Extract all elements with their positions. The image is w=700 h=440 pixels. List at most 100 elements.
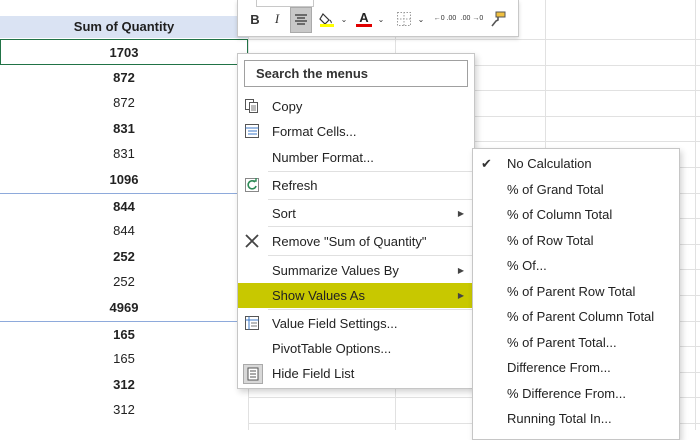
menu-item-refresh[interactable]: Refresh xyxy=(238,173,474,198)
increase-decimal-button[interactable]: ←0 .00 xyxy=(433,9,457,29)
menu-divider xyxy=(268,199,474,200)
pivot-column-header[interactable]: Sum of Quantity xyxy=(0,16,248,38)
submenu-item-pct-parent-column-total[interactable]: % of Parent Column Total xyxy=(473,304,679,330)
remove-x-icon xyxy=(243,232,261,250)
submenu-item-pct-column-total[interactable]: % of Column Total xyxy=(473,202,679,228)
pivot-value-cell[interactable]: 312 xyxy=(0,372,248,398)
font-color-dropdown[interactable]: ⌄ xyxy=(376,9,386,29)
menu-item-label: Hide Field List xyxy=(272,366,355,381)
submenu-item-label: Difference From... xyxy=(507,360,611,376)
pivot-value-cell[interactable]: 252 xyxy=(0,269,248,295)
menu-divider xyxy=(268,309,474,310)
submenu-item-label: Running Total In... xyxy=(507,411,612,427)
check-icon: ✔ xyxy=(481,155,492,171)
search-menus-input[interactable]: Search the menus xyxy=(244,60,468,87)
submenu-item-label: % of Parent Total... xyxy=(507,334,617,350)
pivot-values-list: 1703 872 872 831 831 1096 844 844 252 252 4969 165 1… xyxy=(0,39,248,423)
menu-item-label: Show Values As xyxy=(272,288,365,303)
borders-button[interactable] xyxy=(394,9,414,29)
pivot-value-cell[interactable]: 872 xyxy=(0,65,248,91)
borders-dropdown[interactable]: ⌄ xyxy=(416,9,426,29)
pivot-value-cell[interactable]: 165 xyxy=(0,320,248,347)
menu-item-label: Remove "Sum of Quantity" xyxy=(272,234,427,249)
submenu-item-label: % of Parent Row Total xyxy=(507,283,636,299)
submenu-item-label: No Calculation xyxy=(507,156,592,172)
menu-item-label: Sort xyxy=(272,206,296,221)
toolbar-top-glyph xyxy=(378,0,390,6)
pivot-value-cell[interactable]: 165 xyxy=(0,346,248,372)
submenu-item-difference-from[interactable]: Difference From... xyxy=(473,355,679,381)
menu-divider xyxy=(268,226,474,227)
submenu-item-label: % Difference From... xyxy=(507,385,626,401)
fill-color-button[interactable] xyxy=(316,9,338,29)
mini-toolbar: B I ⌄ A ⌄ ⌄ ←0 .00 .00 →0 xyxy=(237,0,519,37)
submenu-arrow-icon: ▶ xyxy=(457,266,464,275)
grid-row-line xyxy=(248,39,700,40)
refresh-icon xyxy=(243,176,261,194)
pivot-value-cell[interactable]: 844 xyxy=(0,192,248,219)
menu-item-label: Number Format... xyxy=(272,150,374,165)
field-list-icon xyxy=(243,364,263,384)
submenu-item-pct-row-total[interactable]: % of Row Total xyxy=(473,228,679,254)
show-values-as-submenu: ✔ No Calculation % of Grand Total % of C… xyxy=(472,148,680,440)
format-cells-icon xyxy=(243,122,261,140)
pivot-value-cell[interactable]: 831 xyxy=(0,141,248,167)
menu-item-label: Copy xyxy=(272,99,303,114)
bold-button[interactable]: B xyxy=(246,9,264,29)
font-color-button[interactable]: A xyxy=(354,9,374,29)
submenu-item-pct-parent-total[interactable]: % of Parent Total... xyxy=(473,330,679,356)
menu-item-label: Refresh xyxy=(272,178,318,193)
menu-item-copy[interactable]: Copy xyxy=(238,94,474,119)
font-color-swatch xyxy=(356,23,372,27)
borders-icon xyxy=(397,12,411,26)
submenu-arrow-icon: ▶ xyxy=(457,291,464,300)
menu-item-label: Value Field Settings... xyxy=(272,316,398,331)
submenu-item-pct-parent-row-total[interactable]: % of Parent Row Total xyxy=(473,279,679,305)
menu-item-remove-field[interactable]: Remove "Sum of Quantity" xyxy=(238,229,474,254)
submenu-arrow-icon: ▶ xyxy=(457,209,464,218)
pivot-value-cell[interactable]: 312 xyxy=(0,397,248,423)
format-painter-button[interactable] xyxy=(488,9,508,29)
submenu-item-label: % of Row Total xyxy=(507,232,594,248)
submenu-item-pct-grand-total[interactable]: % of Grand Total xyxy=(473,177,679,203)
decrease-decimal-button[interactable]: .00 →0 xyxy=(460,9,484,29)
submenu-item-label: % of Column Total xyxy=(507,207,613,223)
menu-item-hide-field-list[interactable]: Hide Field List xyxy=(238,361,474,386)
menu-item-number-format[interactable]: Number Format... xyxy=(238,145,474,170)
font-size-box[interactable] xyxy=(256,0,314,7)
menu-item-show-values-as[interactable]: Show Values As ▶ xyxy=(238,283,474,308)
value-field-settings-icon xyxy=(243,314,261,332)
copy-icon xyxy=(243,97,261,115)
fill-color-dropdown[interactable]: ⌄ xyxy=(339,9,349,29)
menu-item-label: Summarize Values By xyxy=(272,263,399,278)
menu-item-pivottable-options[interactable]: PivotTable Options... xyxy=(238,336,474,361)
pivot-value-cell[interactable]: 844 xyxy=(0,218,248,244)
pivot-value-cell[interactable]: 4969 xyxy=(0,295,248,321)
center-align-button[interactable] xyxy=(290,7,312,33)
pivot-value-cell[interactable]: 872 xyxy=(0,90,248,116)
menu-divider xyxy=(268,255,474,256)
format-painter-icon xyxy=(491,11,506,27)
context-menu: Search the menus Copy Format Cells... Nu… xyxy=(237,53,475,389)
pivot-value-cell[interactable]: 252 xyxy=(0,244,248,270)
submenu-item-label: % of Grand Total xyxy=(507,181,604,197)
menu-item-label: PivotTable Options... xyxy=(272,341,392,356)
submenu-item-label: % Of... xyxy=(507,258,547,274)
menu-item-summarize-values-by[interactable]: Summarize Values By ▶ xyxy=(238,258,474,283)
italic-button[interactable]: I xyxy=(268,9,286,29)
menu-item-format-cells[interactable]: Format Cells... xyxy=(238,119,474,144)
submenu-item-pct-of[interactable]: % Of... xyxy=(473,253,679,279)
pivot-value-cell-selected[interactable]: 1703 xyxy=(0,39,248,65)
menu-item-label: Format Cells... xyxy=(272,124,357,139)
submenu-item-pct-difference-from[interactable]: % Difference From... xyxy=(473,381,679,407)
paint-bucket-icon xyxy=(319,13,334,27)
menu-item-sort[interactable]: Sort ▶ xyxy=(238,201,474,226)
submenu-item-running-total-in[interactable]: Running Total In... xyxy=(473,406,679,432)
menu-item-value-field-settings[interactable]: Value Field Settings... xyxy=(238,311,474,336)
pivot-value-cell[interactable]: 1096 xyxy=(0,167,248,193)
align-center-icon xyxy=(295,14,307,25)
font-color-letter: A xyxy=(359,9,369,25)
submenu-item-label: % of Parent Column Total xyxy=(507,309,655,325)
submenu-item-no-calculation[interactable]: ✔ No Calculation xyxy=(473,151,679,177)
pivot-value-cell[interactable]: 831 xyxy=(0,116,248,142)
